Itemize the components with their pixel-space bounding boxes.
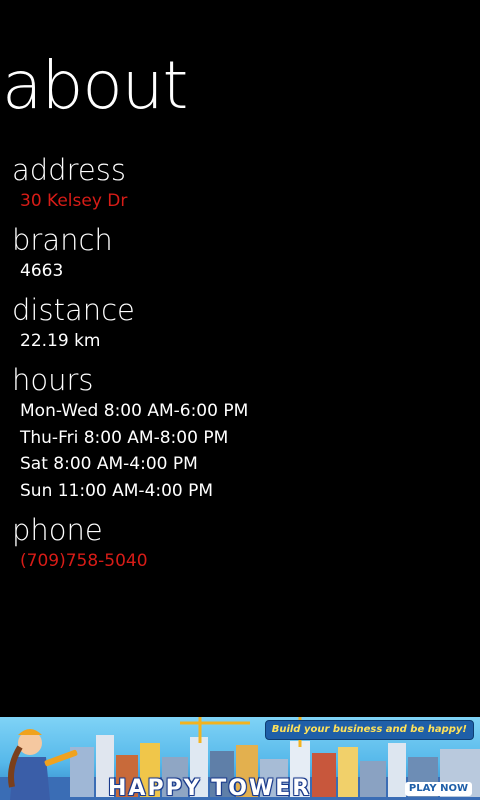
phone-section: phone (709)758-5040 [12,512,148,575]
address-section: address 30 Kelsey Dr [12,152,127,215]
hours-line: Sun 11:00 AM-4:00 PM [20,480,214,501]
branch-value: 4663 [20,261,64,281]
hours-line: Sat 8:00 AM-4:00 PM [20,454,198,474]
branch-section: branch 4663 [12,222,113,285]
hours-line: Mon-Wed 8:00 AM-6:00 PM [20,401,249,421]
ad-brand-logo: HAPPY TOWER [108,776,312,800]
page-title: about [2,47,188,124]
distance-value: 22.19 km [20,331,101,351]
hours-label: hours [12,363,94,397]
branch-label: branch [12,223,113,257]
phone-label: phone [12,513,103,547]
address-link[interactable]: 30 Kelsey Dr [12,188,127,215]
ad-banner[interactable]: Build your business and be happy! HAPPY … [0,717,480,800]
hours-line: Thu-Fri 8:00 AM-8:00 PM [20,427,229,448]
distance-section: distance 22.19 km [12,292,135,355]
hours-section: hours Mon-Wed 8:00 AM-6:00 PM Thu-Fri 8:… [12,362,248,504]
address-label: address [12,153,126,187]
ad-tagline: Build your business and be happy! [264,720,474,740]
phone-link[interactable]: (709)758-5040 [12,548,148,575]
ad-play-now-button[interactable]: PLAY NOW [404,782,472,796]
distance-label: distance [12,293,135,327]
